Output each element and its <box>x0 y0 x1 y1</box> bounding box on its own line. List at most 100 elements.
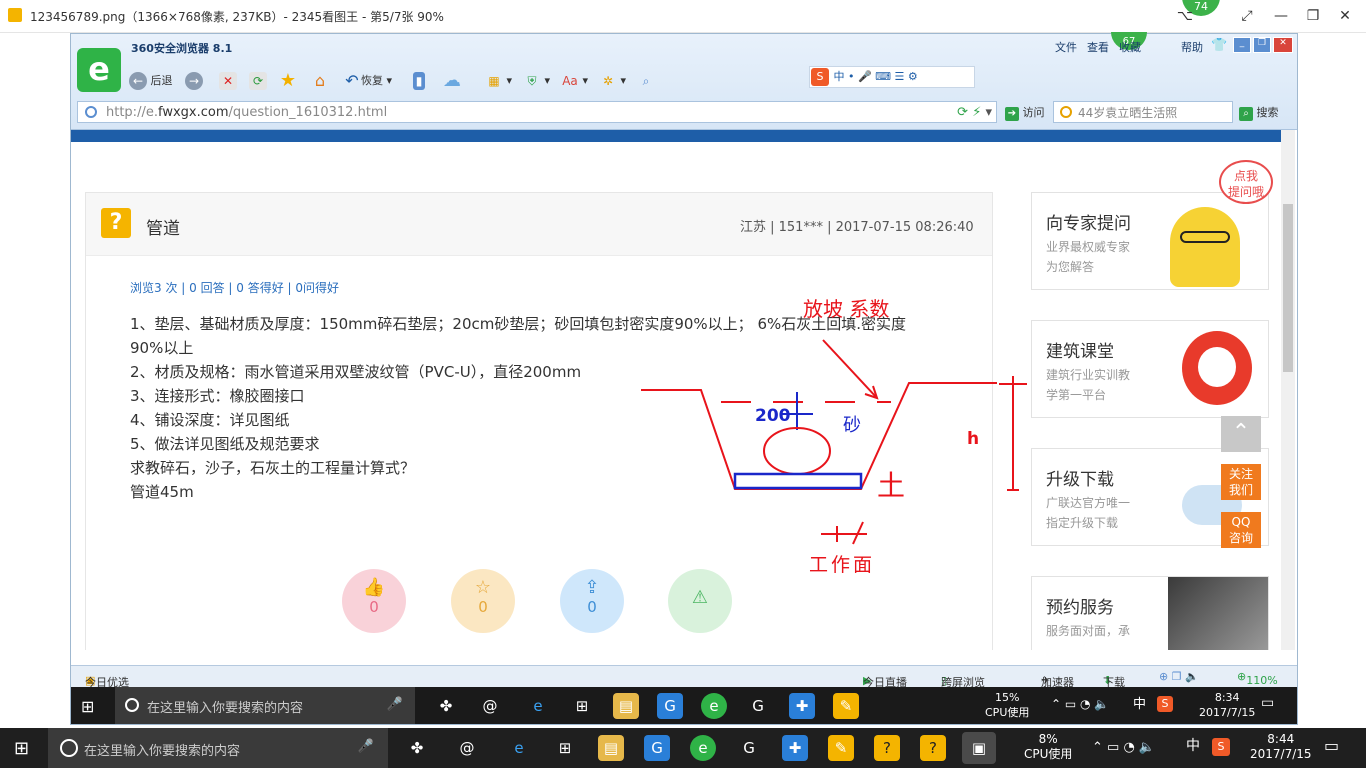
viewer-fullscreen-icon[interactable]: ⤢ <box>1232 6 1262 26</box>
inner-app-notes-icon[interactable]: ✎ <box>833 693 859 719</box>
sidebar-ask-expert[interactable]: 向专家提问 业界最权威专家 为您解答 <box>1031 192 1269 290</box>
ime-toolbar[interactable]: S 中 • 🎤 ⌨ ☰ ⚙ <box>809 66 975 88</box>
question-line-8: 管道45m <box>130 483 194 501</box>
back-button[interactable]: ← 后退 <box>129 70 173 92</box>
app-notes-icon[interactable]: ✎ <box>828 735 854 761</box>
inner-app-store-icon[interactable]: ⊞ <box>569 693 595 719</box>
inner-sogou-icon[interactable]: S <box>1157 696 1173 712</box>
sidebar-building-class[interactable]: 建筑课堂 建筑行业实训教 学第一平台 <box>1031 320 1269 418</box>
inner-app-360-icon[interactable]: e <box>701 693 727 719</box>
favorite-button[interactable]: ★ <box>279 70 297 92</box>
question-line-5: 4、铺设深度：详见图纸 <box>130 411 290 429</box>
app-help2-icon[interactable]: ? <box>920 735 946 761</box>
app-fan-icon[interactable]: ✤ <box>404 735 430 761</box>
like-button[interactable]: 👍 0 <box>342 569 406 633</box>
inner-tray-icons[interactable]: ⌃ ▭ ◔ 🔈 <box>1051 697 1109 712</box>
app-g-icon[interactable]: G <box>644 735 670 761</box>
ask-bubble[interactable]: 点我 提问哦 <box>1219 160 1273 204</box>
tools-button[interactable]: ✲ ▾ <box>599 70 626 92</box>
inner-app-swirl-icon[interactable]: @ <box>477 693 503 719</box>
question-title: 管道 <box>146 219 180 239</box>
menu-favorites[interactable]: 收藏 <box>1119 39 1141 55</box>
browser-maximize-button[interactable]: ❐ <box>1253 37 1271 53</box>
clock[interactable]: 8:44 2017/7/15 <box>1250 732 1312 762</box>
app-spin-icon[interactable]: G <box>736 735 762 761</box>
address-actions[interactable]: ⟳ ⚡ ▾ <box>957 102 992 124</box>
taskbar-search[interactable]: 在这里输入你要搜索的内容 🎤 <box>48 728 388 768</box>
inner-clock[interactable]: 8:34 2017/7/15 <box>1199 690 1255 720</box>
url-path: /question_1610312.html <box>228 105 388 120</box>
scrollbar-thumb[interactable] <box>1283 204 1293 372</box>
inner-app-folder-icon[interactable]: ▤ <box>613 693 639 719</box>
inner-notification-icon[interactable]: ▭ <box>1261 696 1274 711</box>
inner-app-fan-icon[interactable]: ✤ <box>433 693 459 719</box>
notification-icon[interactable]: ▭ <box>1324 738 1339 754</box>
app-360-icon[interactable]: e <box>690 735 716 761</box>
inner-cpu-usage[interactable]: 15% CPU使用 <box>985 690 1029 720</box>
cpu-usage[interactable]: 8% CPU使用 <box>1024 732 1072 762</box>
expert-mascot-icon <box>1170 207 1240 287</box>
tray-icons[interactable]: ⌃ ▭ ◔ 🔈 <box>1092 740 1155 755</box>
inner-taskbar: ⊞ 在这里输入你要搜索的内容 🎤 ✤ @ e ⊞ ▤ G e G ✚ ✎ 15%… <box>71 687 1297 724</box>
inner-taskbar-search[interactable]: 在这里输入你要搜索的内容 🎤 <box>115 687 415 724</box>
favorite-question-button[interactable]: ☆ 0 <box>451 569 515 633</box>
menu-file[interactable]: 文件 <box>1055 39 1077 55</box>
inner-app-spin-icon[interactable]: G <box>745 693 771 719</box>
browser-minimize-button[interactable]: _ <box>1233 37 1251 53</box>
viewer-pin-icon[interactable]: ⌥ <box>1170 6 1200 26</box>
forward-button[interactable]: → <box>185 70 203 92</box>
inner-mic-icon: 🎤 <box>386 697 403 712</box>
menu-help[interactable]: 帮助 <box>1181 39 1203 55</box>
viewer-maximize-button[interactable]: ❐ <box>1298 6 1328 26</box>
ime-indicator[interactable]: 中 <box>1186 739 1200 754</box>
inner-ime[interactable]: 中 <box>1133 697 1146 712</box>
address-bar[interactable]: http://e.fwxgx.com/question_1610312.html… <box>77 101 997 123</box>
inner-app-plus-icon[interactable]: ✚ <box>789 693 815 719</box>
app-image-viewer-icon[interactable]: ▣ <box>962 732 996 764</box>
mascot-glasses-icon <box>1180 231 1230 243</box>
browser-close-button[interactable]: ✕ <box>1273 37 1293 53</box>
security-button[interactable]: ⛨ ▾ <box>523 70 550 92</box>
qq-consult-button[interactable]: QQ 咨询 <box>1221 512 1261 548</box>
app-swirl-icon[interactable]: @ <box>454 735 480 761</box>
status-icons[interactable]: ⊕ ❐ 🔈 <box>1159 670 1199 683</box>
search-button[interactable]: ⌕ 搜索 <box>1239 104 1279 121</box>
url-prefix: http://e. <box>106 105 158 120</box>
app-folder-icon[interactable]: ▤ <box>598 735 624 761</box>
sidebar-appointment[interactable]: 预约服务 服务面对面，承 <box>1031 576 1269 650</box>
start-button[interactable]: ⊞ <box>14 738 29 759</box>
refresh-button[interactable]: ⟳ <box>249 70 267 92</box>
search-input[interactable]: 44岁袁立晒生活照 <box>1053 101 1233 123</box>
back-arrow-icon: ← <box>129 72 147 90</box>
stop-button[interactable]: ✕ <box>219 70 237 92</box>
inner-app-edge-icon[interactable]: e <box>525 693 551 719</box>
question-stats[interactable]: 浏览3 次 | 0 回答 | 0 答得好 | 0问得好 <box>130 279 339 296</box>
zoom-button[interactable]: ⌕ <box>637 70 655 92</box>
zoom-level[interactable]: ⊕ 110% <box>1237 670 1278 687</box>
page-scrollbar[interactable] <box>1281 130 1295 650</box>
star-icon: ★ <box>279 70 297 91</box>
app-store-icon[interactable]: ⊞ <box>552 735 578 761</box>
inner-app-g-icon[interactable]: G <box>657 693 683 719</box>
apps-button[interactable]: ▦ ▾ <box>485 70 512 92</box>
phone-button[interactable]: ▮ <box>413 70 425 92</box>
app-edge-icon[interactable]: e <box>506 735 532 761</box>
sogou-tray-icon[interactable]: S <box>1212 738 1230 756</box>
shirt-icon[interactable]: 👕 <box>1211 38 1227 53</box>
share-button[interactable]: ⇪ 0 <box>560 569 624 633</box>
menu-view[interactable]: 查看 <box>1087 39 1109 55</box>
app-plus-icon[interactable]: ✚ <box>782 735 808 761</box>
home-button[interactable]: ⌂ <box>311 70 329 92</box>
back-to-top-button[interactable]: ⌃ <box>1221 416 1261 452</box>
visit-button[interactable]: ➔ 访问 <box>1005 104 1045 121</box>
viewer-minimize-button[interactable]: — <box>1266 6 1296 26</box>
app-help-icon[interactable]: ? <box>874 735 900 761</box>
follow-us-button[interactable]: 关注 我们 <box>1221 464 1261 500</box>
cloud-button[interactable]: ☁ <box>443 70 461 92</box>
sidebar-title: 建筑课堂 <box>1046 342 1114 362</box>
browser-name: 360安全浏览器 8.1 <box>131 42 233 55</box>
restore-button[interactable]: ↶ 恢复 ▾ <box>343 70 392 92</box>
viewer-close-button[interactable]: ✕ <box>1330 6 1360 26</box>
inner-start-button[interactable]: ⊞ <box>81 697 94 716</box>
translate-button[interactable]: Aa ▾ <box>561 70 588 92</box>
